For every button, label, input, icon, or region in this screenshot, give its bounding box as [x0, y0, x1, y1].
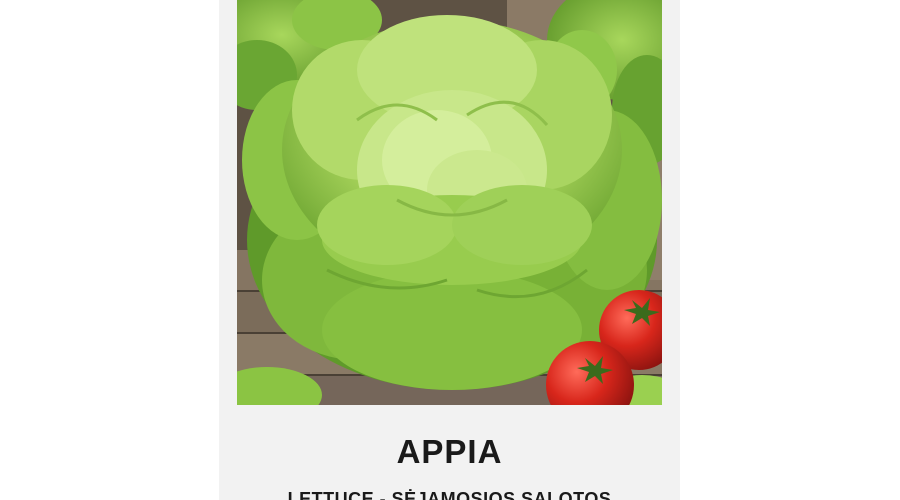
product-subtitle: LETTUCE - SĖJAMOSIOS SALOTOS: [287, 489, 612, 500]
lettuce-illustration: [237, 0, 662, 405]
page: APPIA LETTUCE - SĖJAMOSIOS SALOTOS: [0, 0, 900, 500]
product-photo: [237, 0, 662, 405]
product-title: APPIA: [396, 433, 503, 470]
product-card: APPIA LETTUCE - SĖJAMOSIOS SALOTOS: [219, 0, 680, 500]
